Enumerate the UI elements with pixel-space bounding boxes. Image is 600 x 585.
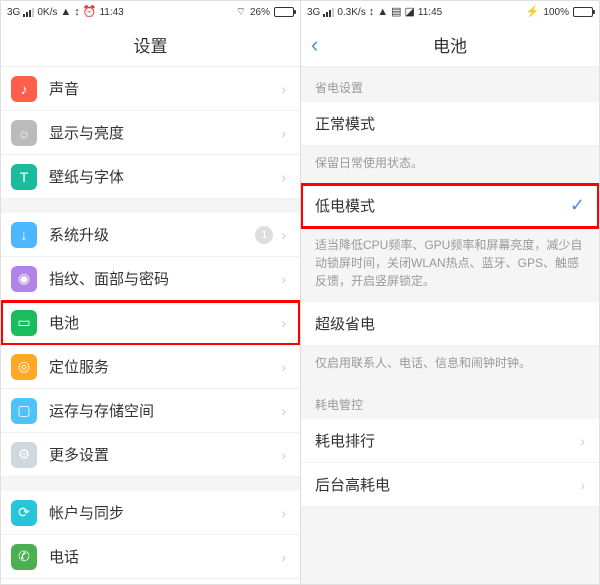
desc-low: 适当降低CPU频率、GPU频率和屏幕亮度，减少自动锁屏时间，关闭WLAN热点、蓝… [301,228,599,302]
check-icon: ✓ [570,195,585,216]
battery-screen: 3G 0.3K/s ↕ ▲ ▤ ◪ 11:45 ⚡ 100% ‹ 电池 省电设置… [300,1,599,584]
battery-icon [274,7,294,17]
row-label: 帐户与同步 [49,502,281,523]
row-label: 电池 [49,312,281,333]
row-label: 更多设置 [49,444,281,465]
status-bar: 3G 0.3K/s ↕ ▲ ▤ ◪ 11:45 ⚡ 100% [301,1,599,23]
sound-icon: ♪ [11,76,37,102]
settings-screen: 3G 0K/s ▲ ↕ ⏰ 11:43 ⌔ 26% 设置 ♪声音›☼显示与亮度›… [1,1,300,584]
settings-list[interactable]: ♪声音›☼显示与亮度›T壁纸与字体›↓系统升级1›◉指纹、面部与密码›▭电池›◎… [1,67,300,584]
time-label: 11:45 [418,7,442,18]
row-label: 显示与亮度 [49,122,281,143]
badge: 1 [255,226,273,244]
section-label-powersave: 省电设置 [301,67,599,102]
chevron-right-icon: › [281,505,286,521]
settings-row[interactable]: 👤联系人› [1,579,300,584]
header: 设置 [1,23,300,67]
row-label: 超级省电 [315,313,585,334]
network-type: 3G [7,7,20,18]
signal-icon [323,8,334,17]
section-gap [1,199,300,213]
page-title: 设置 [134,32,168,57]
settings-row[interactable]: ↓ 系统升级1 › [1,213,300,257]
row-background-high-power[interactable]: 后台高耗电 › [301,463,599,507]
settings-row[interactable]: ▢ 运存与存储空间› [1,389,300,433]
settings-row[interactable]: ♪ 声音› [1,67,300,111]
status-bar: 3G 0K/s ▲ ↕ ⏰ 11:43 ⌔ 26% [1,1,300,23]
nfc-icon: ◪ [405,7,415,18]
row-label: 系统升级 [49,224,255,245]
chevron-right-icon: › [281,227,286,243]
row-label: 运存与存储空间 [49,400,281,421]
row-super-save[interactable]: 超级省电 [301,302,599,346]
signal-icon [23,8,34,17]
row-label: 后台高耗电 [315,474,580,495]
data-icon: ↕ [369,7,375,18]
desc-normal: 保留日常使用状态。 [301,146,599,184]
row-power-ranking[interactable]: 耗电排行 › [301,419,599,463]
bolt-icon: ⚡ [526,7,540,18]
chevron-right-icon: › [281,359,286,375]
location-icon: ◎ [11,354,37,380]
row-label: 壁纸与字体 [49,166,281,187]
warning-icon: ▲ [60,7,71,18]
desc-super: 仅启用联系人、电话、信息和闹钟时钟。 [301,346,599,384]
chevron-right-icon: › [281,447,286,463]
row-label: 指纹、面部与密码 [49,268,281,289]
wifi-icon: ⌔ [236,7,246,18]
settings-row[interactable]: ☼ 显示与亮度› [1,111,300,155]
battery-percent: 26% [250,7,270,18]
battery-percent: 100% [543,7,569,18]
time-label: 11:43 [99,7,123,18]
section-label-consume: 耗电管控 [301,384,599,419]
row-normal-mode[interactable]: 正常模式 [301,102,599,146]
row-label: 耗电排行 [315,430,580,451]
settings-row[interactable]: ▭ 电池› [1,301,300,345]
chevron-right-icon: › [281,315,286,331]
row-label: 低电模式 [315,195,570,216]
battery-settings-list[interactable]: 省电设置 正常模式 保留日常使用状态。 低电模式 ✓ 适当降低CPU频率、GPU… [301,67,599,584]
storage-icon: ▢ [11,398,37,424]
wallpaper-icon: T [11,164,37,190]
chevron-right-icon: › [580,477,585,493]
warning-icon: ▲ [377,7,388,18]
header: ‹ 电池 [301,23,599,67]
fingerprint-icon: ◉ [11,266,37,292]
display-icon: ☼ [11,120,37,146]
chevron-right-icon: › [281,125,286,141]
row-label: 声音 [49,78,281,99]
chevron-right-icon: › [281,81,286,97]
battery-icon [573,7,593,17]
chevron-right-icon: › [281,169,286,185]
chevron-right-icon: › [580,433,585,449]
settings-row[interactable]: T 壁纸与字体› [1,155,300,199]
settings-row[interactable]: ✆ 电话› [1,535,300,579]
row-label: 电话 [49,546,281,567]
page-title: 电池 [433,32,467,57]
speed-label: 0.3K/s [337,7,365,18]
settings-row[interactable]: ◎ 定位服务› [1,345,300,389]
row-label: 定位服务 [49,356,281,377]
network-type: 3G [307,7,320,18]
section-gap [1,477,300,491]
card-icon: ▤ [391,7,401,18]
row-label: 正常模式 [315,113,585,134]
settings-row[interactable]: ⟳ 帐户与同步› [1,491,300,535]
back-button[interactable]: ‹ [311,32,318,58]
settings-row[interactable]: ◉ 指纹、面部与密码› [1,257,300,301]
chevron-right-icon: › [281,271,286,287]
battery-icon: ▭ [11,310,37,336]
system-upgrade-icon: ↓ [11,222,37,248]
speed-label: 0K/s [37,7,57,18]
more-settings-icon: ⚙ [11,442,37,468]
chevron-right-icon: › [281,549,286,565]
row-low-power-mode[interactable]: 低电模式 ✓ [301,184,599,228]
settings-row[interactable]: ⚙ 更多设置› [1,433,300,477]
phone-icon: ✆ [11,544,37,570]
alarm-icon: ⏰ [83,7,97,18]
chevron-right-icon: › [281,403,286,419]
account-sync-icon: ⟳ [11,500,37,526]
data-icon: ↕ [74,7,80,18]
